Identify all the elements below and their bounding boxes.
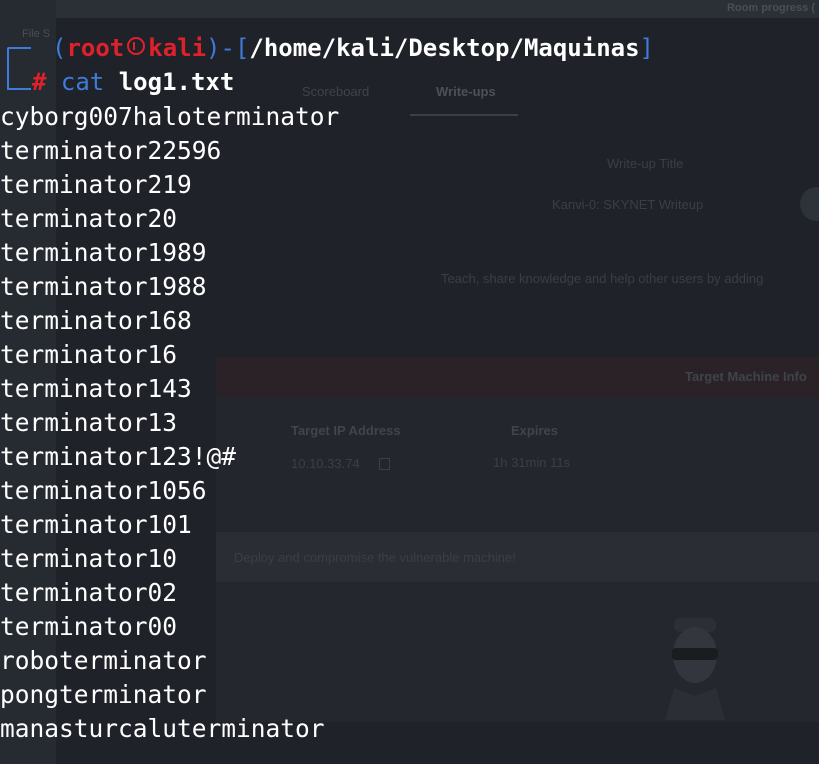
- prompt-line: (root kali)-[/home/kali/Desktop/Maquinas]: [52, 34, 654, 62]
- output-line: terminator00: [0, 612, 178, 641]
- prompt-close: ]: [639, 34, 654, 62]
- command-output: cyborg007haloterminator terminator22596 …: [0, 100, 339, 746]
- output-line: pongterminator: [0, 680, 207, 709]
- output-line: terminator219: [0, 170, 192, 199]
- output-line: terminator101: [0, 510, 192, 539]
- output-line: cyborg007haloterminator: [0, 102, 340, 131]
- output-line: terminator1056: [0, 476, 207, 505]
- output-line: terminator123!@#: [0, 442, 237, 471]
- output-line: terminator143: [0, 374, 192, 403]
- output-line: terminator10: [0, 544, 178, 573]
- output-line: terminator1988: [0, 272, 207, 301]
- output-line: roboterminator: [0, 646, 207, 675]
- kali-dragon-icon: [127, 37, 146, 55]
- prompt-host: kali: [148, 34, 207, 62]
- terminal-window[interactable]: (root kali)-[/home/kali/Desktop/Maquinas]…: [0, 0, 819, 764]
- output-line: terminator16: [0, 340, 178, 369]
- prompt-hash: #: [32, 68, 47, 96]
- command-line: # cat log1.txt: [0, 64, 234, 100]
- output-line: manasturcaluterminator: [0, 714, 325, 743]
- prompt-user: root: [66, 34, 125, 62]
- output-line: terminator168: [0, 306, 192, 335]
- output-line: terminator1989: [0, 238, 207, 267]
- command-name: cat: [60, 68, 105, 96]
- prompt-cwd: /home/kali/Desktop/Maquinas: [249, 34, 640, 62]
- command-argument: log1.txt: [118, 68, 235, 96]
- output-line: terminator20: [0, 204, 178, 233]
- output-line: terminator22596: [0, 136, 222, 165]
- output-line: terminator13: [0, 408, 178, 437]
- output-line: terminator02: [0, 578, 178, 607]
